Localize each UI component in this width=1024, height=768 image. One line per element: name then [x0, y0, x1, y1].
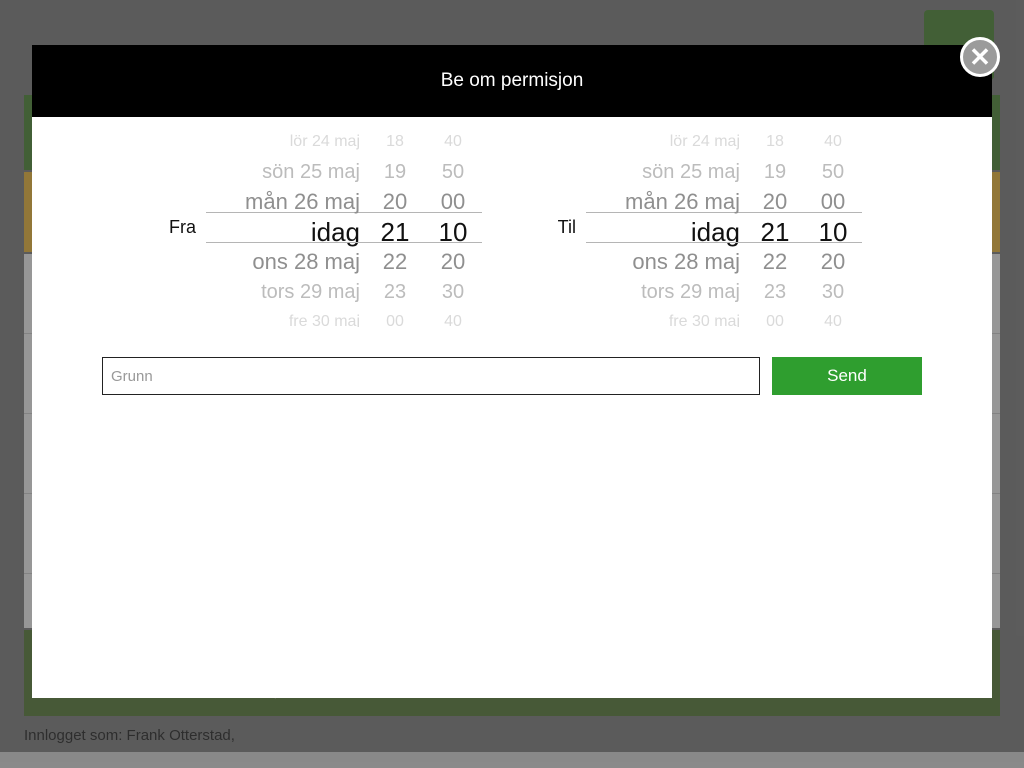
minute-option[interactable]: 50	[816, 157, 850, 187]
modal-title: Be om permisjon	[32, 45, 992, 117]
date-option[interactable]: sön 25 maj	[256, 157, 366, 187]
date-option[interactable]: mån 26 maj	[239, 187, 366, 217]
hour-option[interactable]: 00	[380, 307, 410, 327]
to-minute-wheel[interactable]: 40 50 00 10 20 30 40	[804, 127, 862, 327]
date-option[interactable]: lör 24 maj	[284, 127, 366, 157]
from-date-wheel[interactable]: lör 24 maj sön 25 maj mån 26 maj idag on…	[206, 127, 366, 327]
permission-request-modal: ✕ Be om permisjon Fra lör 24 maj sön 25 …	[32, 45, 992, 698]
date-option[interactable]: ons 28 maj	[626, 247, 746, 277]
from-wheelset[interactable]: lör 24 maj sön 25 maj mån 26 maj idag on…	[206, 127, 482, 327]
minute-option[interactable]: 40	[818, 307, 848, 327]
date-option[interactable]: fre 30 maj	[283, 307, 366, 327]
hour-option[interactable]: 23	[378, 277, 412, 307]
minute-option[interactable]: 30	[816, 277, 850, 307]
minute-option[interactable]: 50	[436, 157, 470, 187]
hour-option[interactable]: 22	[757, 247, 793, 277]
minute-option[interactable]: 30	[436, 277, 470, 307]
minute-option[interactable]: 00	[815, 187, 851, 217]
date-option[interactable]: sön 25 maj	[636, 157, 746, 187]
minute-option[interactable]: 40	[438, 127, 468, 157]
hour-option[interactable]: 19	[758, 157, 792, 187]
modal-body: Fra lör 24 maj sön 25 maj mån 26 maj ida…	[32, 117, 992, 698]
datetime-pickers: Fra lör 24 maj sön 25 maj mån 26 maj ida…	[72, 127, 952, 327]
send-button[interactable]: Send	[772, 357, 922, 395]
hour-option[interactable]: 20	[757, 187, 793, 217]
from-picker: Fra lör 24 maj sön 25 maj mån 26 maj ida…	[162, 127, 482, 327]
minute-option[interactable]: 20	[435, 247, 471, 277]
date-option-selected[interactable]: idag	[305, 217, 366, 247]
minute-option[interactable]: 20	[815, 247, 851, 277]
to-hour-wheel[interactable]: 18 19 20 21 22 23 00	[746, 127, 804, 327]
date-option[interactable]: ons 28 maj	[246, 247, 366, 277]
hour-option-selected[interactable]: 21	[375, 217, 416, 247]
date-option[interactable]: tors 29 maj	[255, 277, 366, 307]
minute-option-selected[interactable]: 10	[433, 217, 474, 247]
hour-option[interactable]: 18	[380, 127, 410, 157]
hour-option[interactable]: 22	[377, 247, 413, 277]
date-option[interactable]: fre 30 maj	[663, 307, 746, 327]
date-option[interactable]: mån 26 maj	[619, 187, 746, 217]
minute-option[interactable]: 40	[438, 307, 468, 327]
hour-option[interactable]: 23	[758, 277, 792, 307]
reason-row: Send	[72, 357, 952, 395]
to-picker: Til lör 24 maj sön 25 maj mån 26 maj ida…	[542, 127, 862, 327]
from-hour-wheel[interactable]: 18 19 20 21 22 23 00	[366, 127, 424, 327]
to-date-wheel[interactable]: lör 24 maj sön 25 maj mån 26 maj idag on…	[586, 127, 746, 327]
minute-option-selected[interactable]: 10	[813, 217, 854, 247]
minute-option[interactable]: 40	[818, 127, 848, 157]
to-label: Til	[542, 217, 576, 238]
hour-option[interactable]: 19	[378, 157, 412, 187]
hour-option[interactable]: 20	[377, 187, 413, 217]
reason-input[interactable]	[102, 357, 760, 395]
hour-option[interactable]: 18	[760, 127, 790, 157]
from-minute-wheel[interactable]: 40 50 00 10 20 30 40	[424, 127, 482, 327]
to-wheelset[interactable]: lör 24 maj sön 25 maj mån 26 maj idag on…	[586, 127, 862, 327]
from-label: Fra	[162, 217, 196, 238]
hour-option-selected[interactable]: 21	[755, 217, 796, 247]
date-option[interactable]: lör 24 maj	[664, 127, 746, 157]
close-icon: ✕	[969, 42, 991, 73]
date-option[interactable]: tors 29 maj	[635, 277, 746, 307]
close-button[interactable]: ✕	[960, 37, 1000, 77]
hour-option[interactable]: 00	[760, 307, 790, 327]
minute-option[interactable]: 00	[435, 187, 471, 217]
date-option-selected[interactable]: idag	[685, 217, 746, 247]
